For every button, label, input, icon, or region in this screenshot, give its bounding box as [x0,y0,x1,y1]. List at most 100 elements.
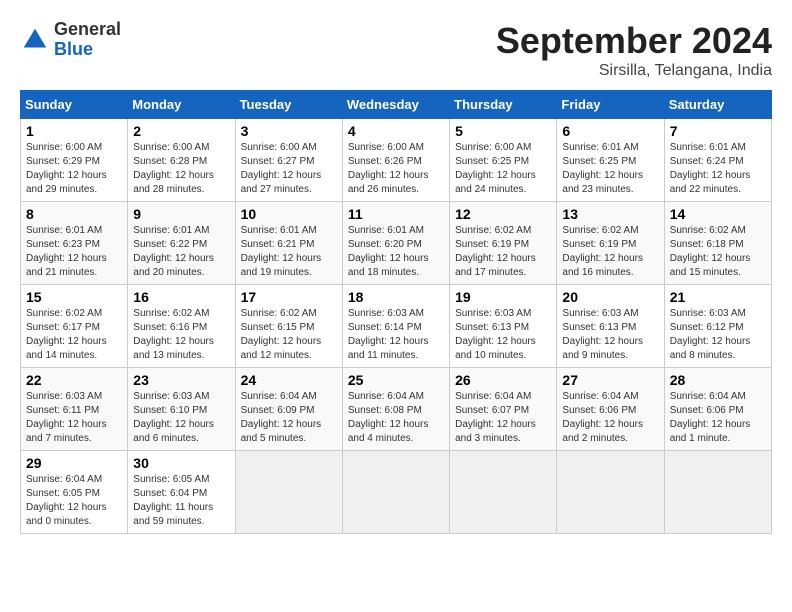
day-cell-15: 15Sunrise: 6:02 AMSunset: 6:17 PMDayligh… [21,285,128,368]
day-cell-22: 22 Sunrise: 6:03 AMSunset: 6:11 PMDayligh… [21,368,128,451]
calendar-row: 1Sunrise: 6:00 AMSunset: 6:29 PMDaylight… [21,119,772,202]
weekday-header-tuesday: Tuesday [235,91,342,119]
day-cell-24: 24 Sunrise: 6:04 AMSunset: 6:09 PMDayligh… [235,368,342,451]
empty-cell [557,451,664,534]
day-number: 30 [133,455,229,471]
day-cell-11: 11Sunrise: 6:01 AMSunset: 6:20 PMDayligh… [342,202,449,285]
empty-cell [342,451,449,534]
day-detail: Sunrise: 6:01 AMSunset: 6:20 PMDaylight:… [348,224,444,280]
day-cell-16: 16 Sunrise: 6:02 AMSunset: 6:16 PMDayligh… [128,285,235,368]
empty-cell [664,451,771,534]
page-header: General Blue September 2024 Sirsilla, Te… [20,20,772,80]
weekday-header-friday: Friday [557,91,664,119]
day-detail: Sunrise: 6:01 AMSunset: 6:22 PMDaylight:… [133,224,229,280]
calendar-row: 8Sunrise: 6:01 AMSunset: 6:23 PMDaylight… [21,202,772,285]
day-number: 9 [133,206,229,222]
day-cell-30: 30 Sunrise: 6:05 AMSunset: 6:04 PMDayligh… [128,451,235,534]
day-cell-4: 4Sunrise: 6:00 AMSunset: 6:26 PMDaylight… [342,119,449,202]
day-number: 25 [348,372,444,388]
day-number: 19 [455,289,551,305]
day-number: 14 [670,206,766,222]
day-number: 16 [133,289,229,305]
day-number: 26 [455,372,551,388]
day-cell-5: 5 Sunrise: 6:00 AMSunset: 6:25 PMDaylight… [450,119,557,202]
day-cell-28: 28 Sunrise: 6:04 AMSunset: 6:06 PMDayligh… [664,368,771,451]
day-cell-9: 9 Sunrise: 6:01 AMSunset: 6:22 PMDaylight… [128,202,235,285]
day-number: 3 [241,123,337,139]
weekday-header-wednesday: Wednesday [342,91,449,119]
logo-icon [20,25,50,55]
day-number: 1 [26,123,122,139]
day-number: 24 [241,372,337,388]
month-title: September 2024 [496,20,772,62]
weekday-header-row: SundayMondayTuesdayWednesdayThursdayFrid… [21,91,772,119]
day-number: 6 [562,123,658,139]
weekday-header-sunday: Sunday [21,91,128,119]
day-cell-1: 1Sunrise: 6:00 AMSunset: 6:29 PMDaylight… [21,119,128,202]
day-number: 27 [562,372,658,388]
weekday-header-saturday: Saturday [664,91,771,119]
title-block: September 2024 Sirsilla, Telangana, Indi… [496,20,772,80]
day-detail: Sunrise: 6:04 AMSunset: 6:08 PMDaylight:… [348,390,444,446]
day-number: 23 [133,372,229,388]
day-cell-25: 25 Sunrise: 6:04 AMSunset: 6:08 PMDayligh… [342,368,449,451]
day-number: 21 [670,289,766,305]
day-detail: Sunrise: 6:01 AMSunset: 6:21 PMDaylight:… [241,224,337,280]
empty-cell [450,451,557,534]
day-cell-2: 2 Sunrise: 6:00 AMSunset: 6:28 PMDaylight… [128,119,235,202]
day-detail: Sunrise: 6:00 AMSunset: 6:28 PMDaylight:… [133,141,229,197]
day-number: 28 [670,372,766,388]
day-detail: Sunrise: 6:00 AMSunset: 6:27 PMDaylight:… [241,141,337,197]
day-cell-12: 12 Sunrise: 6:02 AMSunset: 6:19 PMDayligh… [450,202,557,285]
day-cell-27: 27 Sunrise: 6:04 AMSunset: 6:06 PMDayligh… [557,368,664,451]
day-detail: Sunrise: 6:02 AMSunset: 6:17 PMDaylight:… [26,307,122,363]
day-cell-6: 6Sunrise: 6:01 AMSunset: 6:25 PMDaylight… [557,119,664,202]
day-number: 18 [348,289,444,305]
day-number: 2 [133,123,229,139]
location-subtitle: Sirsilla, Telangana, India [496,62,772,80]
day-cell-26: 26 Sunrise: 6:04 AMSunset: 6:07 PMDayligh… [450,368,557,451]
logo-text: General Blue [54,20,121,60]
day-number: 10 [241,206,337,222]
day-detail: Sunrise: 6:04 AMSunset: 6:06 PMDaylight:… [670,390,766,446]
day-detail: Sunrise: 6:03 AMSunset: 6:13 PMDaylight:… [455,307,551,363]
day-detail: Sunrise: 6:04 AMSunset: 6:09 PMDaylight:… [241,390,337,446]
day-detail: Sunrise: 6:03 AMSunset: 6:12 PMDaylight:… [670,307,766,363]
day-detail: Sunrise: 6:02 AMSunset: 6:19 PMDaylight:… [562,224,658,280]
empty-cell [235,451,342,534]
day-cell-8: 8Sunrise: 6:01 AMSunset: 6:23 PMDaylight… [21,202,128,285]
day-detail: Sunrise: 6:04 AMSunset: 6:07 PMDaylight:… [455,390,551,446]
day-detail: Sunrise: 6:02 AMSunset: 6:19 PMDaylight:… [455,224,551,280]
day-number: 12 [455,206,551,222]
day-detail: Sunrise: 6:00 AMSunset: 6:25 PMDaylight:… [455,141,551,197]
day-detail: Sunrise: 6:03 AMSunset: 6:14 PMDaylight:… [348,307,444,363]
day-detail: Sunrise: 6:02 AMSunset: 6:18 PMDaylight:… [670,224,766,280]
day-detail: Sunrise: 6:04 AMSunset: 6:06 PMDaylight:… [562,390,658,446]
day-number: 5 [455,123,551,139]
day-detail: Sunrise: 6:02 AMSunset: 6:16 PMDaylight:… [133,307,229,363]
calendar-table: SundayMondayTuesdayWednesdayThursdayFrid… [20,90,772,534]
day-cell-10: 10 Sunrise: 6:01 AMSunset: 6:21 PMDayligh… [235,202,342,285]
day-detail: Sunrise: 6:03 AMSunset: 6:13 PMDaylight:… [562,307,658,363]
day-cell-29: 29Sunrise: 6:04 AMSunset: 6:05 PMDayligh… [21,451,128,534]
day-detail: Sunrise: 6:03 AMSunset: 6:10 PMDaylight:… [133,390,229,446]
day-cell-19: 19 Sunrise: 6:03 AMSunset: 6:13 PMDayligh… [450,285,557,368]
day-cell-21: 21 Sunrise: 6:03 AMSunset: 6:12 PMDayligh… [664,285,771,368]
day-cell-23: 23 Sunrise: 6:03 AMSunset: 6:10 PMDayligh… [128,368,235,451]
day-detail: Sunrise: 6:01 AMSunset: 6:23 PMDaylight:… [26,224,122,280]
day-detail: Sunrise: 6:05 AMSunset: 6:04 PMDaylight:… [133,473,229,529]
logo: General Blue [20,20,121,60]
calendar-row: 22 Sunrise: 6:03 AMSunset: 6:11 PMDayligh… [21,368,772,451]
day-cell-13: 13Sunrise: 6:02 AMSunset: 6:19 PMDayligh… [557,202,664,285]
day-cell-20: 20 Sunrise: 6:03 AMSunset: 6:13 PMDayligh… [557,285,664,368]
day-cell-18: 18 Sunrise: 6:03 AMSunset: 6:14 PMDayligh… [342,285,449,368]
day-number: 22 [26,372,122,388]
weekday-header-thursday: Thursday [450,91,557,119]
day-detail: Sunrise: 6:03 AMSunset: 6:11 PMDaylight:… [26,390,122,446]
day-cell-3: 3 Sunrise: 6:00 AMSunset: 6:27 PMDaylight… [235,119,342,202]
day-number: 4 [348,123,444,139]
day-number: 20 [562,289,658,305]
day-detail: Sunrise: 6:04 AMSunset: 6:05 PMDaylight:… [26,473,122,529]
day-number: 17 [241,289,337,305]
day-detail: Sunrise: 6:01 AMSunset: 6:24 PMDaylight:… [670,141,766,197]
